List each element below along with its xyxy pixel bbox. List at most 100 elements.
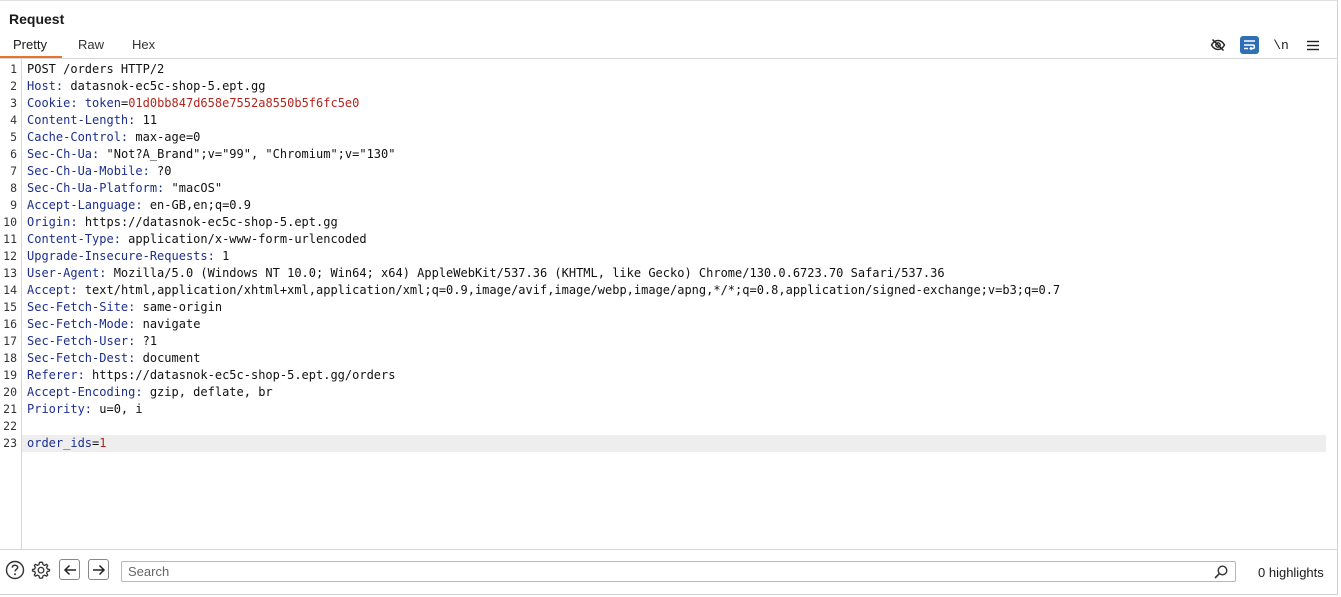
header-name: Host	[27, 79, 56, 93]
header-value: application/x-www-form-urlencoded	[120, 232, 367, 246]
header-name: Content-Length	[27, 113, 129, 127]
header-name: Accept-Language	[27, 198, 136, 212]
search-field	[121, 561, 1236, 582]
line-code: Content-Type: application/x-www-form-url…	[27, 232, 367, 246]
newline-toggle[interactable]: \n	[1271, 35, 1291, 55]
request-line[interactable]: 13 User-Agent: Mozilla/5.0 (Windows NT 10…	[0, 265, 1338, 282]
header-name: Priority	[27, 402, 85, 416]
line-code: Accept-Encoding: gzip, deflate, br	[27, 385, 273, 399]
header-value: "macOS"	[164, 181, 223, 195]
tab-raw[interactable]: Raw	[64, 35, 118, 58]
header-value: ?1	[135, 334, 158, 348]
request-line[interactable]: 12 Upgrade-Insecure-Requests: 1	[0, 248, 1338, 265]
line-code: Upgrade-Insecure-Requests: 1	[27, 249, 230, 263]
body-param-value: 1	[99, 436, 107, 450]
header-name: Sec-Fetch-User	[27, 334, 129, 348]
word-wrap-icon[interactable]	[1240, 36, 1259, 54]
eye-hidden-icon[interactable]	[1208, 35, 1228, 55]
line-number: 4	[10, 113, 17, 127]
line-code: Priority: u=0, i	[27, 402, 143, 416]
header-value: https://datasnok-ec5c-shop-5.ept.gg/orde…	[84, 368, 396, 382]
search-icon[interactable]	[1213, 564, 1229, 580]
line-number: 5	[10, 130, 17, 144]
panel-title: Request	[9, 11, 65, 27]
request-line[interactable]: 8 Sec-Ch-Ua-Platform: "macOS"	[0, 180, 1338, 197]
settings-icon[interactable]	[30, 559, 52, 581]
current-line-highlight	[22, 435, 1326, 452]
request-line[interactable]: 23 order_ids=1	[0, 435, 1338, 452]
line-code: Accept-Language: en-GB,en;q=0.9	[27, 198, 251, 212]
line-code: Referer: https://datasnok-ec5c-shop-5.ep…	[27, 368, 396, 382]
header-value: ?0	[149, 164, 172, 178]
header-name: User-Agent	[27, 266, 100, 280]
request-line[interactable]: 17 Sec-Fetch-User: ?1	[0, 333, 1338, 350]
menu-icon[interactable]	[1303, 35, 1323, 55]
header-value: datasnok-ec5c-shop-5.ept.gg	[63, 79, 266, 93]
line-number: 16	[3, 317, 17, 331]
header-name: Sec-Ch-Ua	[27, 147, 93, 161]
request-line[interactable]: 20 Accept-Encoding: gzip, deflate, br	[0, 384, 1338, 401]
line-code: Sec-Fetch-Dest: document	[27, 351, 201, 365]
header-name: Sec-Fetch-Site	[27, 300, 129, 314]
line-number: 8	[10, 181, 17, 195]
header-value: u=0, i	[92, 402, 143, 416]
request-line[interactable]: 15 Sec-Fetch-Site: same-origin	[0, 299, 1338, 316]
header-value: Mozilla/5.0 (Windows NT 10.0; Win64; x64…	[106, 266, 945, 280]
header-value	[78, 96, 85, 110]
request-line[interactable]: 2 Host: datasnok-ec5c-shop-5.ept.gg	[0, 78, 1338, 95]
header-name: Sec-Ch-Ua-Platform	[27, 181, 158, 195]
header-value: 1	[214, 249, 230, 263]
request-line[interactable]: 11 Content-Type: application/x-www-form-u…	[0, 231, 1338, 248]
header-value: document	[135, 351, 201, 365]
line-number: 9	[10, 198, 17, 212]
header-value: max-age=0	[128, 130, 201, 144]
request-editor[interactable]: 1 POST /orders HTTP/2 2 Host: datasnok-ec5c…	[0, 59, 1338, 549]
line-code: Host: datasnok-ec5c-shop-5.ept.gg	[27, 79, 266, 93]
line-number: 14	[3, 283, 17, 297]
header-name: Sec-Fetch-Dest	[27, 351, 129, 365]
forward-arrow-icon[interactable]	[88, 559, 109, 580]
request-panel: Request Pretty Raw Hex \n 1 POST /orders …	[0, 0, 1338, 595]
request-line[interactable]: 3 Cookie: token=01d0bb847d658e7552a8550b5…	[0, 95, 1338, 112]
body-param-name: order_ids	[27, 436, 93, 450]
request-line[interactable]: 22	[0, 418, 1338, 435]
line-number: 18	[3, 351, 17, 365]
request-line[interactable]: 4 Content-Length: 11	[0, 112, 1338, 129]
line-code: Cache-Control: max-age=0	[27, 130, 201, 144]
line-code: Cookie: token=01d0bb847d658e7552a8550b5f…	[27, 96, 360, 110]
header-value: "Not?A_Brand";v="99", "Chromium";v="130"	[99, 147, 396, 161]
line-code: Content-Length: 11	[27, 113, 158, 127]
cookie-name: token	[84, 96, 121, 110]
request-line[interactable]: 7 Sec-Ch-Ua-Mobile: ?0	[0, 163, 1338, 180]
search-input[interactable]	[128, 563, 1208, 580]
request-line[interactable]: 16 Sec-Fetch-Mode: navigate	[0, 316, 1338, 333]
tab-pretty[interactable]: Pretty	[0, 35, 62, 58]
tab-hex[interactable]: Hex	[118, 35, 169, 58]
line-code: Sec-Fetch-Mode: navigate	[27, 317, 201, 331]
request-line[interactable]: 14 Accept: text/html,application/xhtml+xm…	[0, 282, 1338, 299]
line-code: Accept: text/html,application/xhtml+xml,…	[27, 283, 1061, 297]
highlights-count: 0 highlights	[1258, 565, 1324, 580]
back-arrow-icon[interactable]	[59, 559, 80, 580]
header-name: Accept	[27, 283, 71, 297]
request-line[interactable]: 5 Cache-Control: max-age=0	[0, 129, 1338, 146]
header-value: text/html,application/xhtml+xml,applicat…	[77, 283, 1061, 297]
header-name: Referer	[27, 368, 78, 382]
line-number: 1	[10, 62, 17, 76]
request-line[interactable]: 10 Origin: https://datasnok-ec5c-shop-5.e…	[0, 214, 1338, 231]
request-line[interactable]: 18 Sec-Fetch-Dest: document	[0, 350, 1338, 367]
request-line[interactable]: 19 Referer: https://datasnok-ec5c-shop-5.…	[0, 367, 1338, 384]
header-name: Cookie	[27, 96, 71, 110]
header-name: Cache-Control	[27, 130, 121, 144]
request-line[interactable]: 21 Priority: u=0, i	[0, 401, 1338, 418]
line-number: 6	[10, 147, 17, 161]
line-number: 15	[3, 300, 17, 314]
request-line[interactable]: 1 POST /orders HTTP/2	[0, 61, 1338, 78]
request-line[interactable]: 6 Sec-Ch-Ua: "Not?A_Brand";v="99", "Chrom…	[0, 146, 1338, 163]
header-name: Origin	[27, 215, 71, 229]
header-value: en-GB,en;q=0.9	[142, 198, 251, 212]
request-line[interactable]: 9 Accept-Language: en-GB,en;q=0.9	[0, 197, 1338, 214]
header-name: Sec-Fetch-Mode	[27, 317, 129, 331]
line-number: 3	[10, 96, 17, 110]
help-icon[interactable]	[4, 559, 26, 581]
